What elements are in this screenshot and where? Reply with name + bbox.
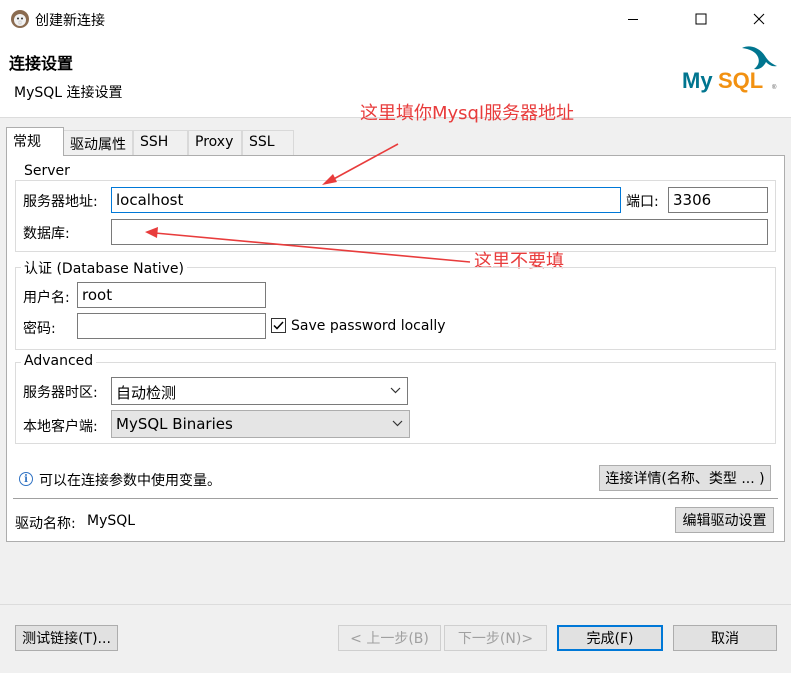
finish-button[interactable]: 完成(F) xyxy=(557,625,663,651)
divider xyxy=(13,498,778,499)
footer-separator xyxy=(0,604,791,605)
username-input[interactable]: root xyxy=(77,282,266,308)
password-input[interactable] xyxy=(77,313,266,339)
edit-driver-settings-button[interactable]: 编辑驱动设置 xyxy=(675,507,774,533)
timezone-select[interactable]: 自动检测 xyxy=(111,377,408,405)
save-password-checkbox[interactable] xyxy=(271,318,286,333)
local-client-value: MySQL Binaries xyxy=(116,415,233,433)
chevron-down-icon xyxy=(392,420,403,427)
advanced-group-title: Advanced xyxy=(21,353,97,369)
username-label: 用户名: xyxy=(23,290,70,306)
next-button[interactable]: 下一步(N)> xyxy=(444,625,547,651)
info-text: 可以在连接参数中使用变量。 xyxy=(39,473,221,489)
tab-general[interactable]: 常规 xyxy=(6,127,64,156)
arrow-head-host xyxy=(322,174,337,185)
local-client-select[interactable]: MySQL Binaries xyxy=(111,410,410,438)
test-connection-button[interactable]: 测试链接(T)... xyxy=(15,625,118,651)
chevron-down-icon xyxy=(390,387,401,394)
connection-details-button[interactable]: 连接详情(名称、类型 ... ) xyxy=(599,465,771,491)
password-label: 密码: xyxy=(23,321,56,337)
timezone-value: 自动检测 xyxy=(116,384,177,402)
auth-group-title: 认证 (Database Native) xyxy=(21,258,187,278)
save-password-label[interactable]: Save password locally xyxy=(291,318,446,334)
checkmark-icon xyxy=(273,321,284,330)
back-button[interactable]: < 上一步(B) xyxy=(338,625,441,651)
info-icon: i xyxy=(19,472,33,486)
arrow-head-database xyxy=(145,227,158,238)
cancel-button[interactable]: 取消 xyxy=(673,625,777,651)
driver-name-value: MySQL xyxy=(87,513,136,529)
timezone-label: 服务器时区: xyxy=(23,385,98,401)
driver-name-label: 驱动名称: xyxy=(15,516,76,532)
local-client-label: 本地客户端: xyxy=(23,419,98,435)
